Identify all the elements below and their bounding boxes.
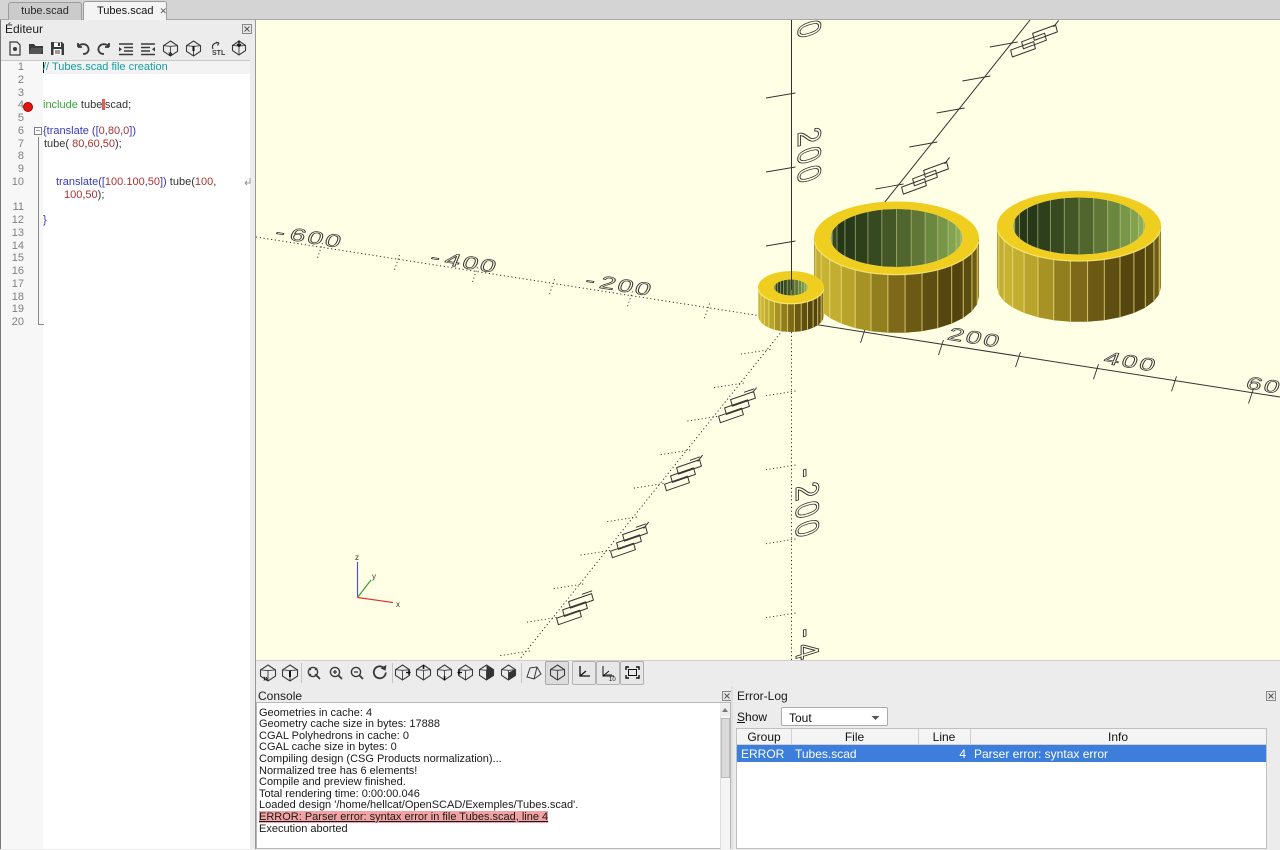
svg-text:»: » bbox=[168, 49, 173, 57]
svg-text:»: » bbox=[263, 673, 268, 682]
svg-text:x: x bbox=[396, 600, 400, 609]
svg-text:STL: STL bbox=[212, 50, 226, 57]
svg-text:10: 10 bbox=[609, 677, 616, 681]
svg-text:z: z bbox=[355, 553, 359, 562]
svg-text:y: y bbox=[372, 572, 376, 581]
